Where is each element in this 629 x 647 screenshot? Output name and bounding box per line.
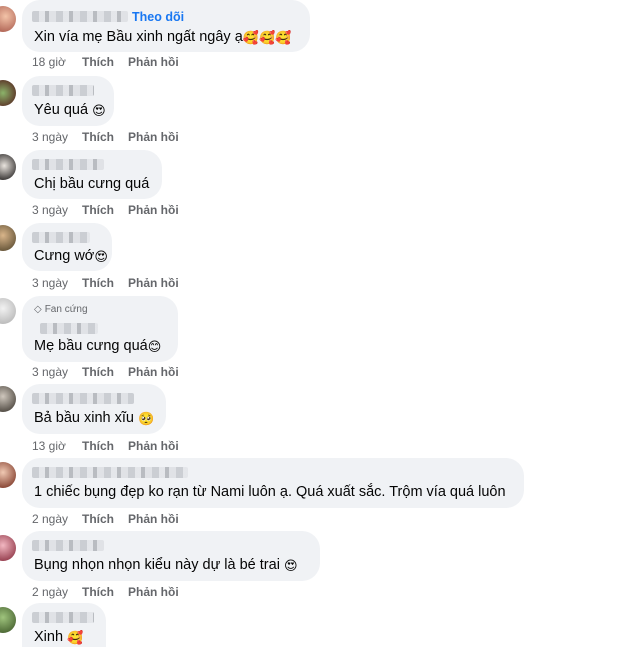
comment-bubble: ◇ Fan cứng Mẹ bầu cưng quá😊: [22, 296, 178, 362]
comment-text: 1 chiếc bụng đẹp ko rạn từ Nami luôn ạ. …: [34, 484, 506, 500]
emoji: 😊: [147, 339, 162, 354]
avatar[interactable]: [0, 225, 16, 251]
commenter-name[interactable]: [32, 11, 128, 22]
diamond-icon: ◇: [34, 304, 42, 315]
reply-button[interactable]: Phản hồi: [128, 439, 179, 453]
like-button[interactable]: Thích: [82, 276, 114, 290]
comment-bubble: Yêu quá 😍: [22, 76, 114, 126]
like-button[interactable]: Thích: [82, 365, 114, 379]
comment-bubble: Cưng wớ😍: [22, 223, 112, 271]
reply-button[interactable]: Phản hồi: [128, 55, 179, 69]
comment-bubble: Bụng nhọn nhọn kiểu này dự là bé trai 😍: [22, 531, 320, 581]
avatar[interactable]: [0, 6, 16, 32]
comment-time[interactable]: 3 ngày: [32, 203, 68, 217]
commenter-name[interactable]: [32, 467, 188, 478]
commenter-name[interactable]: [32, 85, 94, 96]
comment-bubble: Chị bầu cưng quá: [22, 150, 162, 199]
commenter-name[interactable]: [32, 612, 94, 623]
comment-text-row: Xinh 🥰: [34, 628, 83, 646]
comment-text-row: Bả bầu xinh xĩu 🥺: [34, 409, 154, 427]
comment-time[interactable]: 3 ngày: [32, 130, 68, 144]
emoji: 😍: [283, 558, 298, 573]
comment-text: Chị bầu cưng quá: [34, 176, 150, 192]
like-button[interactable]: Thích: [82, 439, 114, 453]
like-button[interactable]: Thích: [82, 130, 114, 144]
comment-text: Cưng wớ: [34, 248, 95, 264]
commenter-name[interactable]: [32, 540, 104, 551]
comment-time[interactable]: 13 giờ: [32, 439, 66, 453]
comment-text: Xinh: [34, 629, 68, 645]
avatar[interactable]: [0, 154, 16, 180]
like-button[interactable]: Thích: [82, 512, 114, 526]
comment-text-row: Yêu quá 😍: [34, 101, 106, 119]
avatar[interactable]: [0, 535, 16, 561]
like-button[interactable]: Thích: [82, 203, 114, 217]
comment-time[interactable]: 2 ngày: [32, 512, 68, 526]
comment-time[interactable]: 3 ngày: [32, 276, 68, 290]
emoji: 🥰🥰🥰: [242, 30, 292, 45]
commenter-name[interactable]: [32, 232, 90, 243]
avatar[interactable]: [0, 607, 16, 633]
avatar[interactable]: [0, 462, 16, 488]
comment-text-row: Cưng wớ😍: [34, 247, 108, 265]
comment-time[interactable]: 18 giờ: [32, 55, 66, 69]
comment-bubble: Theo dõi Xin vía mẹ Bầu xinh ngất ngây ạ…: [22, 0, 310, 52]
comment-bubble: Xinh 🥰: [22, 603, 106, 647]
avatar[interactable]: [0, 298, 16, 324]
emoji: 😍: [92, 103, 106, 118]
comment-text-row: 1 chiếc bụng đẹp ko rạn từ Nami luôn ạ. …: [34, 483, 506, 501]
comment-time[interactable]: 2 ngày: [32, 585, 68, 599]
comment-text: Yêu quá: [34, 102, 93, 118]
comment-text: Xin vía mẹ Bầu xinh ngất ngây ạ: [34, 29, 243, 45]
avatar[interactable]: [0, 386, 16, 412]
comment-text-row: Mẹ bầu cưng quá😊: [34, 337, 161, 355]
follow-link[interactable]: Theo dõi: [132, 10, 184, 24]
like-button[interactable]: Thích: [82, 55, 114, 69]
reply-button[interactable]: Phản hồi: [128, 276, 179, 290]
reply-button[interactable]: Phản hồi: [128, 512, 179, 526]
reply-button[interactable]: Phản hồi: [128, 203, 179, 217]
fan-badge-label: Fan cứng: [44, 304, 88, 315]
comment-text: Bả bầu xinh xĩu: [34, 410, 138, 426]
comment-text-row: Xin vía mẹ Bầu xinh ngất ngây ạ🥰🥰🥰: [34, 28, 291, 46]
comment-time[interactable]: 3 ngày: [32, 365, 68, 379]
comment-text-row: Chị bầu cưng quá: [34, 175, 149, 193]
like-button[interactable]: Thích: [82, 585, 114, 599]
avatar[interactable]: [0, 80, 16, 106]
reply-button[interactable]: Phản hồi: [128, 130, 179, 144]
commenter-name[interactable]: [32, 393, 134, 404]
comment-text-row: Bụng nhọn nhọn kiểu này dự là bé trai 😍: [34, 556, 298, 574]
emoji: 😍: [94, 249, 108, 264]
comment-bubble: Bả bầu xinh xĩu 🥺: [22, 384, 166, 434]
fan-badge: ◇ Fan cứng: [34, 304, 88, 315]
comment-text: Bụng nhọn nhọn kiểu này dự là bé trai: [34, 557, 284, 573]
reply-button[interactable]: Phản hồi: [128, 365, 179, 379]
commenter-name[interactable]: [32, 159, 104, 170]
commenter-name[interactable]: [40, 323, 98, 334]
emoji: 🥺: [138, 411, 155, 426]
reply-button[interactable]: Phản hồi: [128, 585, 179, 599]
comment-text: Mẹ bầu cưng quá: [34, 338, 148, 354]
emoji: 🥰: [67, 630, 84, 645]
comment-bubble: 1 chiếc bụng đẹp ko rạn từ Nami luôn ạ. …: [22, 458, 524, 508]
